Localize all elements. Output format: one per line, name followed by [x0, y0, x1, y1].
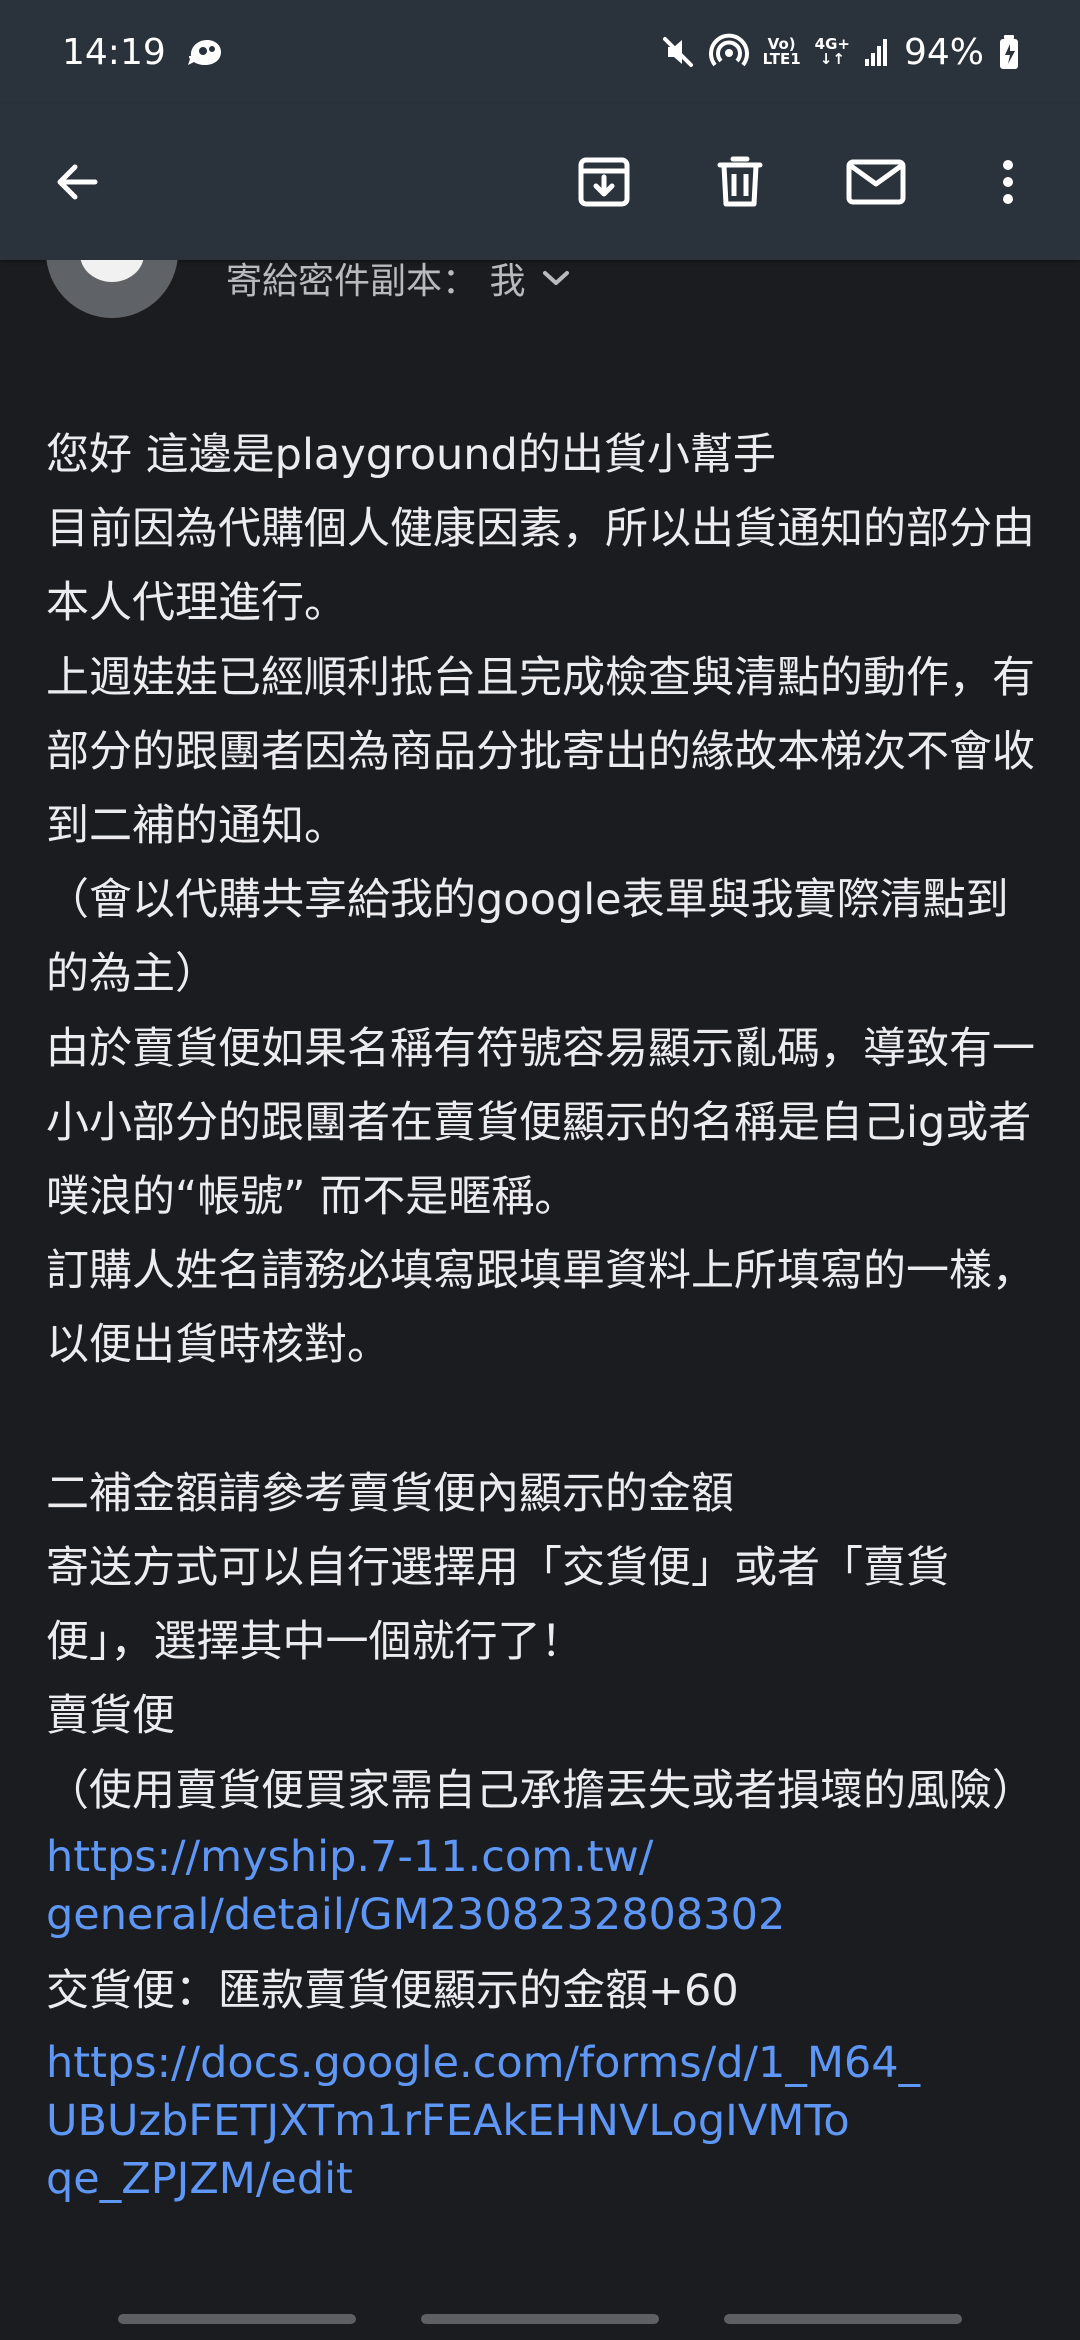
- delete-button[interactable]: [696, 138, 784, 226]
- message-paragraph: 上週娃娃已經順利抵台且完成檢查與清點的動作，有部分的跟團者因為商品分批寄出的緣故…: [46, 652, 1035, 852]
- google-form-link-line-2: UBUzbFETJXTm1rFEAkEHNVLogIVMTo: [46, 2096, 850, 2147]
- messenger-icon: [184, 33, 226, 71]
- google-form-link[interactable]: https://docs.google.com/forms/d/1_M64_ U…: [46, 2034, 1036, 2208]
- message-paragraph: 二補金額請參考賣貨便內顯示的金額: [46, 1468, 734, 1519]
- message-paragraph: （使用賣貨便買家需自己承擔丟失或者損壞的風險）: [46, 1765, 1035, 1816]
- avatar-face: [80, 260, 144, 282]
- myship-link-line-2: general/detail/GM2308232808302: [46, 1889, 786, 1940]
- google-form-link-line-1: https://docs.google.com/forms/d/1_M64_: [46, 2038, 921, 2089]
- signal-icon: [864, 37, 890, 67]
- delete-icon: [717, 156, 763, 207]
- mark-unread-button[interactable]: [832, 138, 920, 226]
- battery-percentage: 94%: [903, 31, 984, 73]
- message-paragraph: 寄送方式可以自行選擇用「交貨便」或者「賣貨便」，選擇其中一個就行了！: [46, 1543, 949, 1668]
- volte-icon: Vo) LTE1: [762, 35, 801, 68]
- message-paragraph: 訂購人姓名請務必填寫跟填單資料上所填寫的一樣，以便出貨時核對。: [46, 1246, 1035, 1371]
- sender-row: 寄給密件副本： 我: [0, 260, 1080, 320]
- data-icon: 4G+ ↓↑: [814, 35, 850, 68]
- back-button[interactable]: [33, 138, 121, 226]
- back-system-button[interactable]: [724, 2314, 962, 2324]
- myship-link-line-1: https://myship.7-11.com.tw/: [46, 1831, 654, 1882]
- battery-icon: [998, 34, 1020, 70]
- home-button[interactable]: [421, 2314, 659, 2324]
- message-paragraph: 由於賣貨便如果名稱有符號容易顯示亂碼，導致有一小小部分的跟團者在賣貨便顯示的名稱…: [46, 1023, 1035, 1223]
- message-body: 您好 這邊是playground的出貨小幫手 目前因為代購個人健康因素，所以出貨…: [46, 418, 1036, 2208]
- message-paragraph: （會以代購共享給我的google表單與我實際清點到的為主）: [46, 875, 1009, 1000]
- system-navigation-bar: [0, 2300, 1080, 2340]
- status-time: 14:19: [62, 31, 166, 73]
- recipient-details[interactable]: 寄給密件副本： 我: [226, 260, 571, 304]
- recent-apps-button[interactable]: [118, 2314, 356, 2324]
- recipient-text: 寄給密件副本： 我: [226, 261, 526, 302]
- message-paragraph: 目前因為代購個人健康因素，所以出貨通知的部分由本人代理進行。: [46, 504, 1035, 629]
- archive-button[interactable]: [560, 138, 648, 226]
- gmail-message-screen: 14:19 Vo) LTE1 4G+ ↓↑ 94% 寄給密件副本： 我 您好 這…: [0, 0, 1080, 2340]
- avatar[interactable]: [46, 260, 178, 318]
- more-options-icon: [1003, 160, 1013, 204]
- google-form-link-line-3: qe_ZPJZM/edit: [46, 2154, 353, 2205]
- mute-icon: [661, 35, 695, 69]
- archive-icon: [578, 157, 630, 207]
- message-paragraph: 您好 這邊是playground的出貨小幫手: [46, 430, 776, 480]
- app-bar: [0, 104, 1080, 260]
- more-options-button[interactable]: [964, 138, 1052, 226]
- delivery-line: 交貨便：匯款賣貨便顯示的金額+60: [46, 1965, 739, 2016]
- mark-unread-icon: [846, 159, 906, 205]
- status-left: 14:19: [62, 32, 226, 73]
- hotspot-icon: [708, 33, 749, 71]
- myship-link[interactable]: https://myship.7-11.com.tw/ general/deta…: [46, 1828, 1036, 1944]
- status-bar: 14:19 Vo) LTE1 4G+ ↓↑ 94%: [0, 0, 1080, 104]
- message-paragraph: 賣貨便: [46, 1691, 175, 1742]
- status-right: Vo) LTE1 4G+ ↓↑ 94%: [661, 32, 1020, 73]
- chevron-down-icon: [541, 268, 571, 288]
- back-arrow-icon: [57, 164, 98, 200]
